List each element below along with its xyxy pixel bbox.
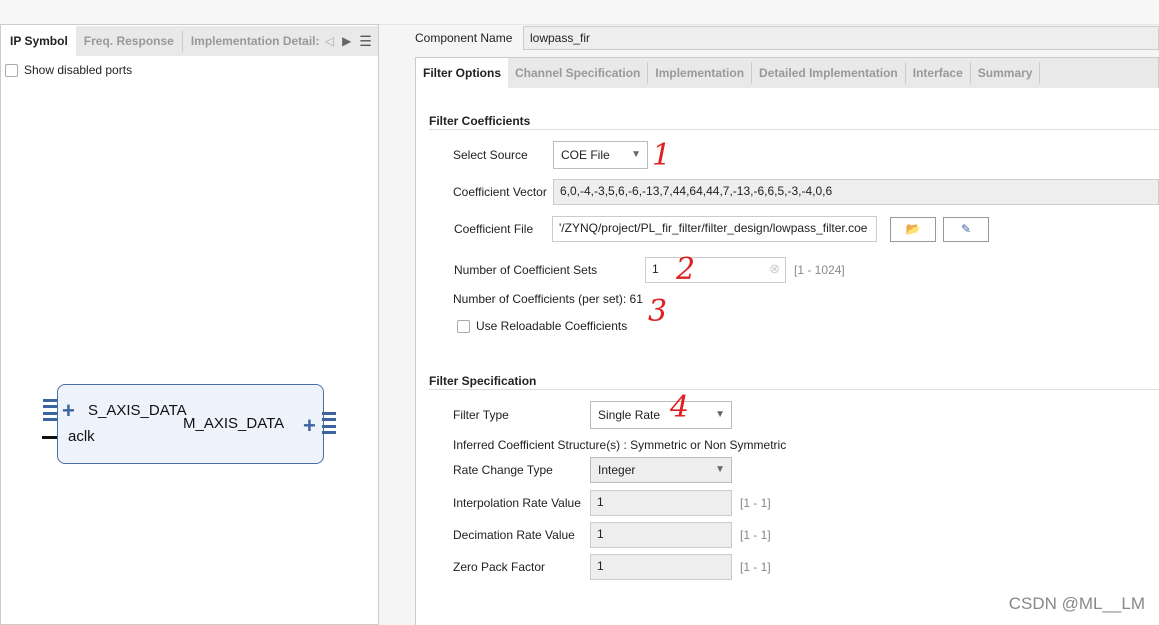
select-source-dropdown[interactable]: COE File ▼ — [553, 141, 648, 169]
top-bar — [0, 0, 1159, 25]
divider — [429, 129, 1159, 130]
watermark: CSDN @ML__LM — [1008, 594, 1145, 613]
s-axis-bus-icon — [43, 399, 57, 421]
chevron-down-icon: ▼ — [715, 464, 725, 475]
tab-summary[interactable]: Summary — [971, 58, 1040, 88]
m-axis-bus-icon — [322, 412, 336, 434]
scroll-right-icon[interactable]: ▶ — [342, 34, 351, 48]
annotation-2: 2 — [676, 252, 696, 287]
decimation-rate-input[interactable]: 1 — [590, 522, 732, 548]
coefficient-file-label: Coefficient File — [454, 222, 534, 236]
tab-channel-specification[interactable]: Channel Specification — [508, 58, 647, 88]
component-name-label: Component Name — [415, 31, 513, 45]
left-panel: IP Symbol Freq. Response Implementation … — [0, 24, 379, 625]
edit-document-icon: ✎ — [960, 222, 972, 236]
select-source-value: COE File — [561, 148, 610, 162]
component-name-input[interactable]: lowpass_fir — [523, 26, 1159, 50]
coefficient-sets-range: [1 - 1024] — [794, 263, 845, 277]
tab-filter-options[interactable]: Filter Options — [416, 58, 508, 88]
zero-pack-factor-input[interactable]: 1 — [590, 554, 732, 580]
port-s-axis-data: S_AXIS_DATA — [88, 402, 187, 419]
coefficient-sets-input[interactable]: 1 ⊗ — [645, 257, 786, 283]
clear-icon[interactable]: ⊗ — [769, 258, 780, 280]
filter-type-dropdown[interactable]: Single Rate ▼ — [590, 401, 732, 429]
zero-pack-factor-range: [1 - 1] — [740, 560, 771, 574]
reloadable-coefficients-checkbox[interactable] — [457, 319, 470, 333]
tab-implementation-details[interactable]: Implementation Detail: — [183, 26, 319, 56]
filter-type-value: Single Rate — [598, 408, 661, 422]
inferred-structure-text: Inferred Coefficient Structure(s) : Symm… — [453, 438, 787, 452]
main-tab-bar: Filter Options Channel Specification Imp… — [415, 57, 1159, 88]
reloadable-coefficients-label: Use Reloadable Coefficients — [476, 319, 628, 333]
decimation-rate-range: [1 - 1] — [740, 528, 771, 542]
scroll-left-icon[interactable]: ◁ — [325, 34, 334, 48]
chevron-down-icon: ▼ — [715, 409, 725, 420]
zero-pack-factor-label: Zero Pack Factor — [453, 560, 546, 574]
tab-implementation[interactable]: Implementation — [648, 58, 751, 88]
port-aclk: aclk — [68, 428, 95, 445]
coefficient-vector-input[interactable]: 6,0,-4,-3,5,6,-6,-13,7,44,64,44,7,-13,-6… — [553, 179, 1159, 205]
annotation-1: 1 — [652, 138, 672, 173]
menu-icon[interactable]: ☰ — [359, 33, 372, 50]
aclk-pin — [42, 436, 58, 439]
tab-detailed-implementation[interactable]: Detailed Implementation — [752, 58, 905, 88]
filter-options-panel — [415, 88, 1159, 625]
show-disabled-ports-label: Show disabled ports — [24, 63, 133, 77]
filter-type-label: Filter Type — [453, 408, 509, 422]
fir-ip-block: + S_AXIS_DATA aclk M_AXIS_DATA — [57, 384, 324, 464]
coefficient-file-input[interactable]: '/ZYNQ/project/PL_fir_filter/filter_desi… — [552, 216, 877, 242]
annotation-3: 3 — [648, 294, 668, 329]
browse-file-button[interactable]: 📂 — [890, 217, 936, 242]
interpolation-rate-range: [1 - 1] — [740, 496, 771, 510]
divider — [429, 389, 1159, 390]
left-tab-bar: IP Symbol Freq. Response Implementation … — [2, 26, 378, 56]
annotation-4: 4 — [670, 390, 690, 425]
open-folder-icon: 📂 — [905, 222, 921, 236]
show-disabled-ports-checkbox[interactable] — [5, 63, 18, 77]
coefficient-file-value: '/ZYNQ/project/PL_fir_filter/filter_desi… — [559, 221, 868, 235]
rate-change-type-dropdown[interactable]: Integer ▼ — [590, 457, 732, 483]
coefficient-vector-label: Coefficient Vector — [453, 185, 547, 199]
coefficient-sets-label: Number of Coefficient Sets — [454, 263, 598, 277]
rate-change-type-label: Rate Change Type — [453, 463, 553, 477]
tab-freq-response[interactable]: Freq. Response — [76, 26, 182, 56]
expand-m-axis-icon[interactable]: + — [303, 415, 316, 437]
tab-ip-symbol[interactable]: IP Symbol — [2, 26, 76, 56]
filter-specification-heading: Filter Specification — [429, 374, 537, 388]
decimation-rate-label: Decimation Rate Value — [453, 528, 575, 542]
port-m-axis-data: M_AXIS_DATA — [183, 415, 285, 432]
chevron-down-icon: ▼ — [631, 149, 641, 160]
interpolation-rate-label: Interpolation Rate Value — [453, 496, 581, 510]
coefficient-sets-value: 1 — [652, 262, 659, 276]
rate-change-type-value: Integer — [598, 463, 636, 477]
expand-s-axis-icon[interactable]: + — [62, 400, 75, 422]
edit-file-button[interactable]: ✎ — [943, 217, 989, 242]
select-source-label: Select Source — [453, 148, 528, 162]
coefficient-count: Number of Coefficients (per set): 61 — [453, 292, 643, 306]
interpolation-rate-input[interactable]: 1 — [590, 490, 732, 516]
tab-interface[interactable]: Interface — [906, 58, 970, 88]
filter-coefficients-heading: Filter Coefficients — [429, 114, 531, 128]
